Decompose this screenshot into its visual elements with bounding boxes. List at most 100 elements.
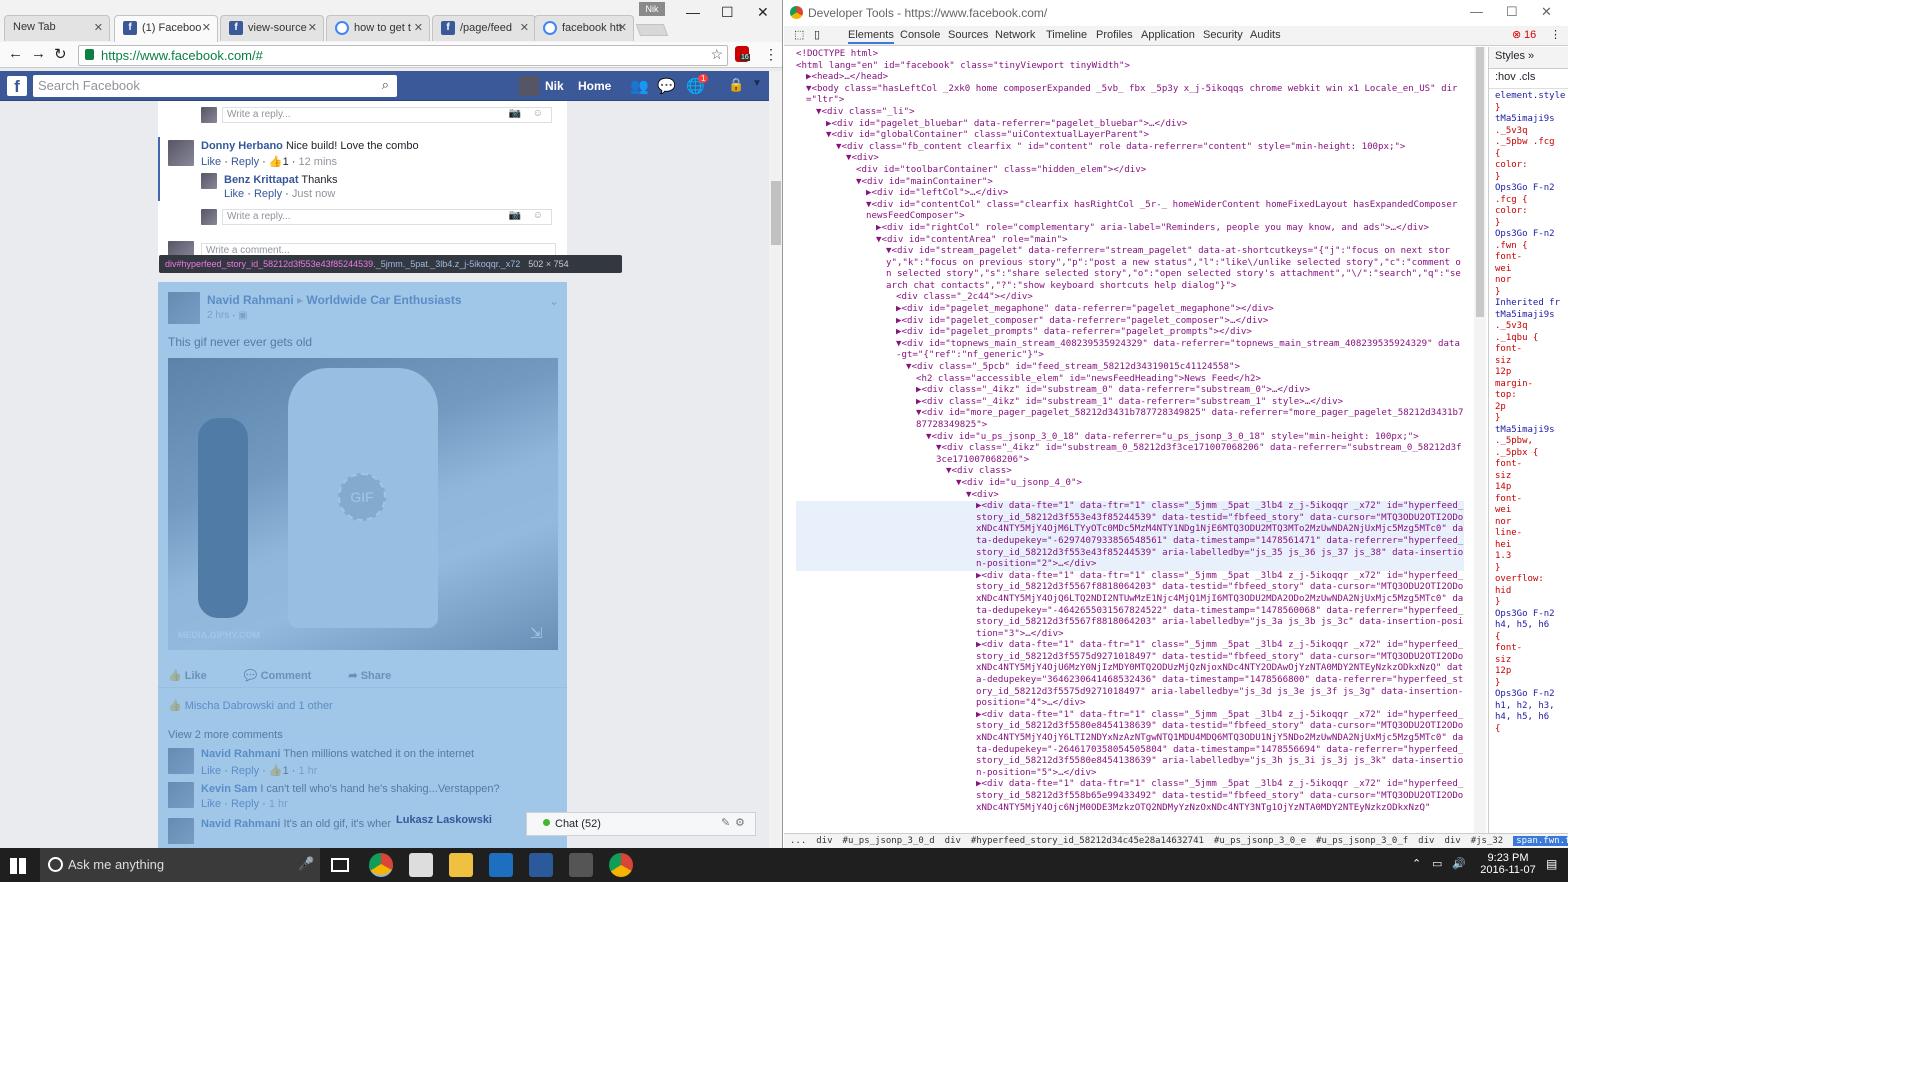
close-icon[interactable]: ✕ (414, 21, 423, 34)
chrome-icon-2[interactable] (609, 853, 633, 877)
comment-author[interactable]: Navid Rahmani (201, 748, 280, 760)
chat-sidebar-bar[interactable]: Chat (52) ✎ ⚙ (526, 812, 756, 836)
profile-link[interactable]: Nik (545, 79, 564, 93)
compose-icon[interactable]: ✎ (721, 816, 730, 829)
messages-icon[interactable]: 💬 (657, 77, 676, 95)
tab-application[interactable]: Application (1141, 29, 1195, 41)
view-more-comments[interactable]: View 2 more comments (168, 729, 283, 741)
tab-styles[interactable]: Styles (1495, 50, 1525, 62)
tab-new-tab[interactable]: New Tab ✕ (4, 15, 110, 41)
inspect-icon[interactable]: ⬚ (794, 28, 804, 41)
comment-author[interactable]: Donny Herbano (201, 140, 283, 152)
search-input[interactable]: Search Facebook ⌕ (33, 75, 397, 97)
dom-node-line[interactable]: ▶<div id="pagelet_bluebar" data-referrer… (796, 119, 1464, 131)
post-author[interactable]: Navid Rahmani (207, 293, 294, 307)
dom-node-line[interactable]: ▼<div class="fb_content clearfix " id="c… (796, 142, 1464, 154)
camera-icon[interactable]: 📷 (509, 210, 521, 221)
breadcrumb-item[interactable]: #u_ps_jsonp_3_0_e (1214, 836, 1306, 846)
reply-input[interactable]: Write a reply... 📷 ☺ (222, 209, 552, 225)
minimize-icon[interactable]: — (686, 4, 700, 20)
chevron-down-icon[interactable]: ▼ (752, 78, 762, 89)
like-link[interactable]: Like (201, 156, 221, 168)
breadcrumb-item[interactable]: div (1444, 836, 1460, 846)
reply-link[interactable]: Reply (231, 798, 259, 810)
dom-node-line[interactable]: ▶<div class="_4ikz" id="substream_0" dat… (796, 385, 1464, 397)
tab-security[interactable]: Security (1203, 29, 1243, 41)
breadcrumb-item[interactable]: #hyperfeed_story_id_58212d34c45e28a14632… (971, 836, 1204, 846)
comment-author[interactable]: Kevin Sam (201, 783, 257, 795)
device-icon[interactable]: ▯ (814, 28, 820, 41)
avatar[interactable] (519, 76, 539, 96)
tab-console[interactable]: Console (900, 29, 940, 41)
star-icon[interactable]: ☆ (710, 46, 723, 63)
emoji-icon[interactable]: ☺ (533, 108, 543, 119)
dom-node-line[interactable]: ▶<div data-fte="1" data-ftr="1" class="_… (796, 571, 1464, 641)
dom-node-line[interactable]: ▼<div id="contentCol" class="clearfix ha… (796, 200, 1464, 223)
close-icon[interactable]: ✕ (94, 21, 103, 34)
close-icon[interactable]: ✕ (308, 21, 317, 34)
breadcrumb-item[interactable]: ... (790, 836, 806, 846)
gif-play-button[interactable]: GIF (338, 473, 386, 521)
close-window-icon[interactable]: ✕ (757, 4, 769, 21)
tab-google-search[interactable]: how to get t ✕ (326, 15, 430, 41)
cortana-search[interactable]: Ask me anything 🎤 (40, 848, 320, 882)
dom-node-line[interactable]: ▶<div data-fte="1" data-ftr="1" class="_… (796, 640, 1464, 710)
dom-node-line[interactable]: ▼<div class="_4ikz" id="substream_0_5821… (796, 443, 1464, 466)
network-icon[interactable]: ▭ (1432, 857, 1442, 870)
close-icon[interactable]: ✕ (202, 21, 211, 34)
reply-link[interactable]: Reply (231, 765, 259, 777)
forward-icon[interactable]: → (31, 45, 46, 62)
dom-node-line[interactable]: <!DOCTYPE html> (796, 49, 1464, 61)
dom-node-line[interactable]: ▶<div id="pagelet_megaphone" data-referr… (796, 304, 1464, 316)
scrollbar-thumb[interactable] (1476, 47, 1484, 317)
reply-link[interactable]: Reply (254, 188, 282, 200)
like-link[interactable]: Like (201, 798, 221, 810)
volume-icon[interactable]: 🔊 (1452, 857, 1466, 870)
profile-badge[interactable]: Nik (639, 2, 665, 16)
dom-node-line[interactable]: ▼<div id="mainContainer"> (796, 177, 1464, 189)
tab-audits[interactable]: Audits (1250, 29, 1281, 41)
breadcrumb-item[interactable]: div (945, 836, 961, 846)
breadcrumb-item[interactable]: div (1418, 836, 1434, 846)
breadcrumb-item[interactable]: #u_ps_jsonp_3_0_f (1316, 836, 1408, 846)
address-bar[interactable]: https://www.facebook.com/# ☆ (78, 45, 728, 66)
back-icon[interactable]: ← (8, 45, 23, 62)
tab-network[interactable]: Network (995, 29, 1035, 41)
dom-node-line[interactable]: <div id="toolbarContainer" class="hidden… (796, 165, 1464, 177)
open-external-icon[interactable]: ⇲ (530, 624, 543, 642)
dom-node-line[interactable]: ▼<div id="contentArea" role="main"> (796, 235, 1464, 247)
breadcrumb-item[interactable]: span.fwn.fcg (1513, 836, 1568, 846)
dom-node-line[interactable]: ▼<div id="globalContainer" class="uiCont… (796, 130, 1464, 142)
clock[interactable]: 9:23 PM 2016-11-07 (1478, 852, 1538, 876)
dom-node-line[interactable]: ▼<div> (796, 153, 1464, 165)
reply-author[interactable]: Benz Krittapat (224, 174, 299, 186)
dom-node-line[interactable]: ▼<div class> (796, 466, 1464, 478)
windows-start-icon[interactable] (10, 858, 26, 874)
error-icon[interactable]: ⊗ (1512, 28, 1521, 41)
like-link[interactable]: Like (224, 188, 244, 200)
dom-node-line[interactable]: ▼<div> (796, 490, 1464, 502)
chrome-icon[interactable] (369, 853, 393, 877)
styles-filter[interactable]: :hov .cls (1489, 69, 1568, 89)
comment-author[interactable]: Navid Rahmani (201, 818, 280, 830)
dom-node-line[interactable]: ▼<div class="_li"> (796, 107, 1464, 119)
dom-node-line[interactable]: <html lang="en" id="facebook" class="tin… (796, 61, 1464, 73)
tab-google-facebook[interactable]: facebook htt ✕ (534, 15, 634, 41)
menu-icon[interactable]: ⋮ (764, 46, 778, 63)
dom-node-line[interactable]: ▶<div class="_4ikz" id="substream_1" dat… (796, 397, 1464, 409)
tab-profiles[interactable]: Profiles (1096, 29, 1133, 41)
friends-icon[interactable]: 👥 (630, 77, 649, 95)
dom-node-line[interactable]: ▶<head>…</head> (796, 72, 1464, 84)
reload-icon[interactable]: ↻ (54, 45, 67, 63)
close-icon[interactable]: ✕ (618, 21, 627, 34)
group-link[interactable]: Worldwide Car Enthusiasts (306, 293, 461, 307)
dom-node-line[interactable]: ▶<div data-fte="1" data-ftr="1" class="_… (796, 710, 1464, 780)
reply-input[interactable]: Write a reply... 📷 ☺ (222, 107, 552, 123)
chevron-down-icon[interactable]: ⌄ (549, 294, 559, 308)
minimize-icon[interactable]: — (1470, 4, 1483, 19)
emoji-icon[interactable]: ☺ (533, 210, 543, 221)
notification-center-icon[interactable]: ▤ (1546, 857, 1557, 871)
dom-tree[interactable]: <!DOCTYPE html> <html lang="en" id="faceb… (784, 47, 1472, 833)
reply-link[interactable]: Reply (231, 156, 259, 168)
gear-icon[interactable]: ⚙ (735, 816, 745, 829)
